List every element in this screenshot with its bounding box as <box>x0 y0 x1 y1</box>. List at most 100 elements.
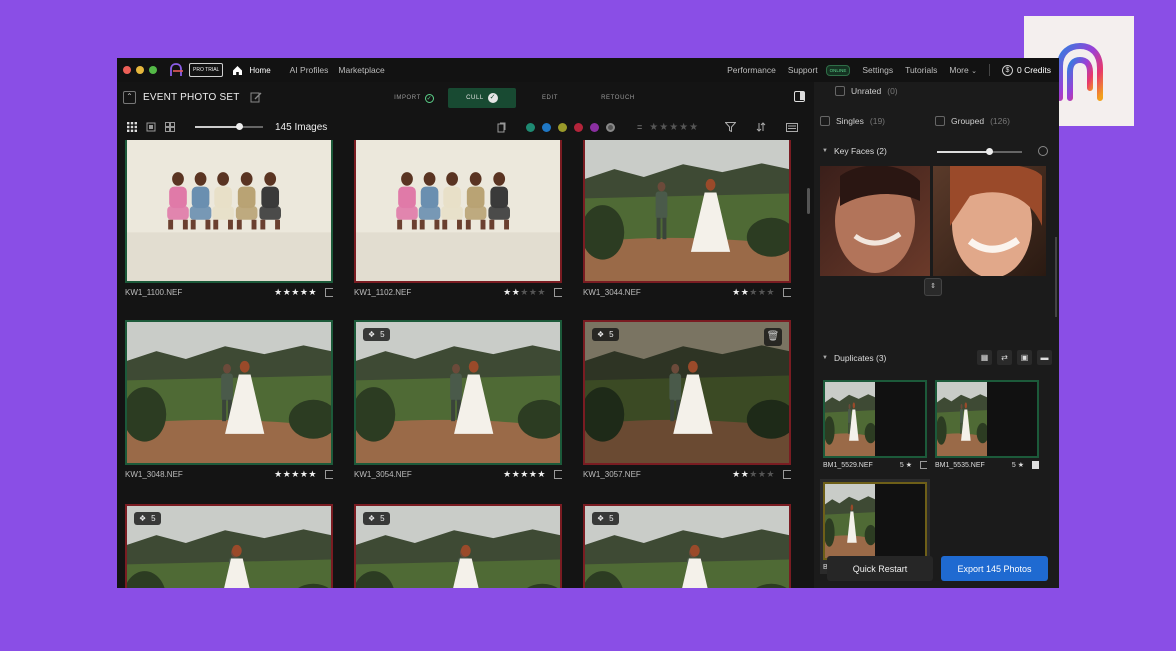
color-label-red[interactable] <box>574 122 583 132</box>
photo-thumbnail[interactable]: ❖ 5 <box>354 320 562 465</box>
stack-icon[interactable]: ▬ <box>1037 350 1052 365</box>
star-rating[interactable]: ★★★★★ <box>274 469 317 480</box>
copy-icon[interactable] <box>497 122 506 133</box>
filter-icon[interactable] <box>725 122 737 132</box>
photo-card[interactable]: KW1_1102.NEF ★★★★★ <box>354 140 562 297</box>
photo-thumbnail[interactable] <box>125 140 333 283</box>
duplicates-header[interactable]: ▼ Duplicates (3) <box>822 353 886 363</box>
pro-trial-badge[interactable]: PRO TRIAL <box>189 63 224 77</box>
stack-badge[interactable]: ❖ 5 <box>134 512 161 525</box>
flag-icon[interactable] <box>1032 461 1039 469</box>
duplicate-card[interactable]: BM1_5535.NEF 5 ★ <box>935 380 1039 472</box>
grid-view-icon[interactable] <box>127 122 137 132</box>
nav-ai-profiles[interactable]: AI Profiles <box>290 65 329 75</box>
duplicate-thumbnail[interactable] <box>823 482 927 560</box>
nav-home[interactable]: Home <box>249 66 270 75</box>
flag-icon[interactable] <box>554 469 562 479</box>
photo-card[interactable]: ❖ 5 <box>125 504 333 588</box>
stack-badge[interactable]: ❖ 5 <box>363 512 390 525</box>
thumbnail-size-slider[interactable] <box>195 123 263 130</box>
single-view-icon[interactable] <box>146 122 156 132</box>
photo-thumbnail[interactable] <box>125 320 333 465</box>
photo-thumbnail[interactable] <box>583 140 791 283</box>
nav-tutorials[interactable]: Tutorials <box>905 65 937 75</box>
color-label-green[interactable] <box>526 122 535 132</box>
credits-label[interactable]: 0 Credits <box>1017 65 1051 75</box>
flag-icon[interactable] <box>554 287 562 297</box>
stack-badge[interactable]: ❖ 5 <box>592 512 619 525</box>
filter-grouped[interactable]: Grouped (126) <box>935 116 1010 126</box>
checkbox[interactable] <box>835 86 845 96</box>
group-icon[interactable]: ▣ <box>1017 350 1032 365</box>
rating-value[interactable]: 5 ★ <box>1012 461 1024 469</box>
photo-card[interactable]: KW1_1100.NEF ★★★★★ <box>125 140 333 297</box>
star-rating[interactable]: ★★★★★ <box>503 287 546 298</box>
photo-thumbnail[interactable]: ❖ 5 <box>125 504 333 588</box>
quick-restart-button[interactable]: Quick Restart <box>827 556 933 581</box>
equals-icon[interactable]: = <box>637 122 642 132</box>
color-label-yellow[interactable] <box>558 122 567 132</box>
close-window-button[interactable] <box>123 66 131 74</box>
color-label-blue[interactable] <box>542 122 551 132</box>
flag-icon[interactable] <box>783 287 791 297</box>
nav-more[interactable]: More ⌄ <box>949 65 977 75</box>
checkbox[interactable] <box>820 116 830 126</box>
duplicate-thumbnail[interactable] <box>935 380 1039 458</box>
compare-icon[interactable]: ▦ <box>977 350 992 365</box>
grid-scrollbar[interactable] <box>807 188 810 214</box>
panel-scrollbar[interactable] <box>1055 237 1057 317</box>
home-icon[interactable] <box>232 65 243 76</box>
photo-thumbnail[interactable] <box>354 140 562 283</box>
tab-cull[interactable]: CULL ✓ <box>448 88 516 108</box>
swap-icon[interactable]: ⇄ <box>997 350 1012 365</box>
tab-edit[interactable]: EDIT <box>516 88 584 108</box>
photo-card[interactable]: KW1_3044.NEF ★★★★★ <box>583 140 791 297</box>
stack-badge[interactable]: ❖ 5 <box>363 328 390 341</box>
compare-view-icon[interactable] <box>165 122 175 132</box>
collapse-icon[interactable]: ⌃ <box>123 90 136 104</box>
checkbox[interactable] <box>935 116 945 126</box>
photo-thumbnail[interactable]: ❖ 5 <box>583 504 791 588</box>
slider-handle[interactable] <box>986 148 993 155</box>
photo-thumbnail[interactable]: ❖ 5 <box>354 504 562 588</box>
star-rating[interactable]: ★★★★★ <box>274 287 317 298</box>
tab-retouch[interactable]: RETOUCH <box>584 88 652 108</box>
face-settings-icon[interactable] <box>1038 146 1048 156</box>
nav-performance[interactable]: Performance <box>727 65 776 75</box>
duplicate-thumbnail[interactable] <box>823 380 927 458</box>
photo-card[interactable]: ❖ 5 🗑 KW1_3057.NEF ★★★★★ <box>583 320 791 479</box>
flag-icon[interactable] <box>325 469 333 479</box>
filter-singles[interactable]: Singles (19) <box>820 116 885 126</box>
key-faces-slider[interactable] <box>937 148 1022 155</box>
sort-icon[interactable] <box>756 122 766 132</box>
nav-settings[interactable]: Settings <box>862 65 893 75</box>
key-faces-header[interactable]: ▼ Key Faces (2) <box>822 146 887 156</box>
star-rating[interactable]: ★★★★★ <box>732 469 775 480</box>
photo-card[interactable]: KW1_3048.NEF ★★★★★ <box>125 320 333 479</box>
flag-icon[interactable] <box>783 469 791 479</box>
stack-badge[interactable]: ❖ 5 <box>592 328 619 341</box>
star-rating[interactable]: ★★★★★ <box>732 287 775 298</box>
tab-import[interactable]: IMPORT ✓ <box>380 88 448 108</box>
photo-card[interactable]: ❖ 5 KW1_3054.NEF ★★★★★ <box>354 320 562 479</box>
rating-filter[interactable]: ★★★★★ <box>649 122 699 133</box>
edit-pencil-icon[interactable] <box>250 91 262 103</box>
photo-card[interactable]: ❖ 5 <box>583 504 791 588</box>
trash-icon[interactable]: 🗑 <box>764 328 782 346</box>
photo-thumbnail[interactable]: ❖ 5 🗑 <box>583 320 791 465</box>
nav-marketplace[interactable]: Marketplace <box>338 65 384 75</box>
maximize-window-button[interactable] <box>149 66 157 74</box>
nav-support[interactable]: Support <box>788 65 818 75</box>
key-faces-image[interactable] <box>820 166 1046 276</box>
slider-handle[interactable] <box>236 123 243 130</box>
export-button[interactable]: Export 145 Photos <box>941 556 1048 581</box>
duplicate-card[interactable]: BM1_5529.NEF 5 ★ <box>823 380 927 472</box>
rating-value[interactable]: 5 ★ <box>900 461 912 469</box>
keyboard-icon[interactable] <box>786 122 799 132</box>
expand-faces-icon[interactable]: ⇕ <box>924 278 942 296</box>
minimize-window-button[interactable] <box>136 66 144 74</box>
photo-card[interactable]: ❖ 5 <box>354 504 562 588</box>
filter-unrated[interactable]: Unrated (0) <box>835 86 898 96</box>
color-label-none[interactable] <box>606 122 615 132</box>
star-rating[interactable]: ★★★★★ <box>503 469 546 480</box>
